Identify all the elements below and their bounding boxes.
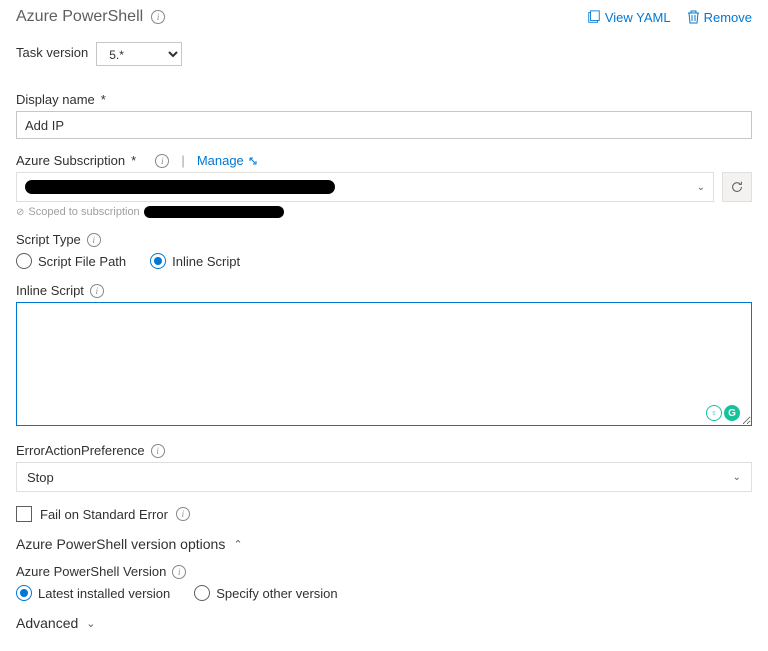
redacted-scope-name xyxy=(144,206,284,218)
info-icon[interactable]: i xyxy=(151,10,165,24)
script-file-path-radio[interactable]: Script File Path xyxy=(16,253,126,269)
task-version-select[interactable]: 5.* xyxy=(96,42,182,66)
redacted-subscription-name xyxy=(25,180,335,194)
latest-version-radio[interactable]: Latest installed version xyxy=(16,585,170,601)
specify-version-radio[interactable]: Specify other version xyxy=(194,585,337,601)
fail-on-stderr-checkbox[interactable] xyxy=(16,506,32,522)
display-name-label: Display name xyxy=(16,92,95,107)
chevron-down-icon: ⌄ xyxy=(697,182,705,193)
trash-icon xyxy=(687,10,700,24)
scoped-text: Scoped to subscription xyxy=(28,206,139,218)
grammarly-icon[interactable]: G xyxy=(724,405,740,421)
display-name-input[interactable] xyxy=(16,111,752,139)
manage-link[interactable]: Manage xyxy=(197,153,258,168)
task-version-label: Task version xyxy=(16,45,88,60)
radio-icon xyxy=(194,585,210,601)
ps-version-label: Azure PowerShell Version xyxy=(16,564,166,579)
inline-script-radio[interactable]: Inline Script xyxy=(150,253,240,269)
remove-label: Remove xyxy=(704,10,752,25)
inline-script-label: Inline Script xyxy=(16,283,84,298)
title-text: Azure PowerShell xyxy=(16,8,143,26)
script-file-path-label: Script File Path xyxy=(38,254,126,269)
advanced-title: Advanced xyxy=(16,615,78,631)
fail-on-stderr-label: Fail on Standard Error xyxy=(40,507,168,522)
chevron-down-icon: ⌄ xyxy=(733,472,741,483)
ps-version-options-title: Azure PowerShell version options xyxy=(16,536,225,552)
info-icon[interactable]: i xyxy=(87,233,101,247)
latest-version-label: Latest installed version xyxy=(38,586,170,601)
grammarly-bulb-icon[interactable]: ♀ xyxy=(706,405,722,421)
specify-version-label: Specify other version xyxy=(216,586,337,601)
info-icon[interactable]: i xyxy=(176,507,190,521)
view-yaml-button[interactable]: View YAML xyxy=(587,10,671,25)
azure-subscription-select[interactable]: ⌄ xyxy=(16,172,714,202)
radio-icon xyxy=(16,585,32,601)
script-type-label: Script Type xyxy=(16,232,81,247)
ps-version-options-toggle[interactable]: Azure PowerShell version options ⌃ xyxy=(16,536,752,552)
task-title: Azure PowerShell i xyxy=(16,8,165,26)
info-icon[interactable]: i xyxy=(172,565,186,579)
refresh-button[interactable] xyxy=(722,172,752,202)
chevron-up-icon: ⌃ xyxy=(233,538,242,551)
radio-icon xyxy=(16,253,32,269)
inline-script-textarea[interactable] xyxy=(16,302,752,426)
error-action-select[interactable]: Stop ⌄ xyxy=(16,462,752,492)
info-icon[interactable]: i xyxy=(151,444,165,458)
manage-label: Manage xyxy=(197,153,244,168)
info-icon[interactable]: i xyxy=(90,284,104,298)
info-icon[interactable]: i xyxy=(155,154,169,168)
chevron-down-icon: ⌄ xyxy=(86,617,95,630)
yaml-icon xyxy=(587,10,601,24)
error-action-value: Stop xyxy=(27,470,54,485)
separator: | xyxy=(181,153,184,168)
inline-script-label: Inline Script xyxy=(172,254,240,269)
advanced-toggle[interactable]: Advanced ⌄ xyxy=(16,615,752,631)
radio-icon xyxy=(150,253,166,269)
azure-subscription-label: Azure Subscription xyxy=(16,153,125,168)
view-yaml-label: View YAML xyxy=(605,10,671,25)
remove-button[interactable]: Remove xyxy=(687,10,752,25)
lock-icon: ⊘ xyxy=(16,207,24,218)
error-action-label: ErrorActionPreference xyxy=(16,443,145,458)
required-marker: * xyxy=(131,153,136,168)
required-marker: * xyxy=(101,92,106,107)
refresh-icon xyxy=(730,180,744,194)
external-link-icon xyxy=(248,156,258,166)
